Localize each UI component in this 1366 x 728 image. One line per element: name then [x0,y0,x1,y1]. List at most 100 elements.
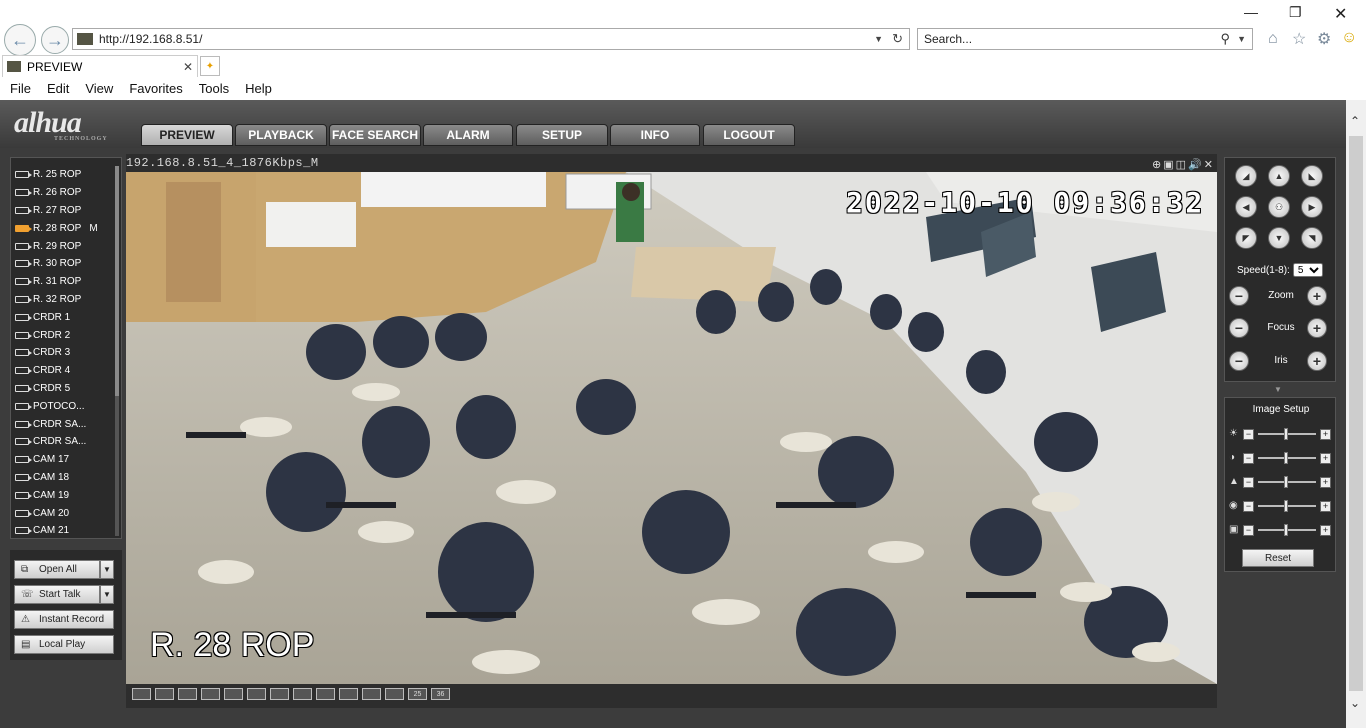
zoom-in-icon[interactable]: ⊕ [1152,158,1161,171]
ptz-up-icon[interactable]: ▲ [1268,165,1290,187]
scroll-down-icon[interactable]: ⌄ [1350,696,1360,710]
menu-tools[interactable]: Tools [199,81,229,96]
camera-item[interactable]: R. 32 ROP [15,291,115,309]
layout-button[interactable] [293,688,312,700]
settings-gear-icon[interactable]: ⚙ [1317,29,1331,49]
minimize-icon[interactable]: — [1244,4,1258,20]
focus-out-button[interactable]: − [1229,318,1249,338]
tab-alarm[interactable]: ALARM [423,124,513,146]
audio-icon[interactable]: 🔊 [1188,158,1202,171]
layout-button[interactable] [385,688,404,700]
menu-view[interactable]: View [85,81,113,96]
menu-help[interactable]: Help [245,81,272,96]
decrease-button[interactable]: − [1243,452,1254,464]
camera-item[interactable]: R. 31 ROP [15,273,115,291]
iris-open-button[interactable]: + [1307,351,1327,371]
camera-item[interactable]: CAM 17 [15,451,115,469]
scroll-thumb[interactable] [1349,136,1363,691]
record-icon[interactable]: ◫ [1176,158,1186,171]
camera-item[interactable]: CRDR SA... [15,433,115,451]
layout-button[interactable] [224,688,243,700]
camera-item[interactable]: R. 26 ROP [15,184,115,202]
camera-item[interactable]: R. 30 ROP [15,255,115,273]
home-icon[interactable]: ⌂ [1268,30,1278,48]
menu-edit[interactable]: Edit [47,81,69,96]
increase-button[interactable]: + [1320,476,1331,488]
speed-select[interactable]: 5 [1292,263,1323,277]
slider-knob[interactable] [1284,524,1289,536]
iris-close-button[interactable]: − [1229,351,1249,371]
menu-file[interactable]: File [10,81,31,96]
ptz-right-icon[interactable]: ▶ [1301,196,1323,218]
slider-knob[interactable] [1284,452,1289,464]
slider-knob[interactable] [1284,476,1289,488]
zoom-out-button[interactable]: − [1229,286,1249,306]
slider-track[interactable] [1258,476,1316,488]
search-dropdown-icon[interactable]: ▼ [1237,34,1246,44]
tab-info[interactable]: INFO [610,124,700,146]
decrease-button[interactable]: − [1243,524,1254,536]
local-play-button[interactable]: ▤ Local Play [14,635,114,654]
tab-face-search[interactable]: FACE SEARCH [329,124,421,146]
layout-button[interactable]: 25 [408,688,427,700]
decrease-button[interactable]: − [1243,428,1254,440]
tab-logout[interactable]: LOGOUT [703,124,795,146]
layout-button[interactable]: 36 [431,688,450,700]
instant-record-button[interactable]: ⚠ Instant Record [14,610,114,629]
slider-knob[interactable] [1284,428,1289,440]
camera-item[interactable]: CRDR 4 [15,362,115,380]
ptz-left-icon[interactable]: ◀ [1235,196,1257,218]
increase-button[interactable]: + [1320,500,1331,512]
focus-in-button[interactable]: + [1307,318,1327,338]
layout-button[interactable] [247,688,266,700]
camera-list-scrollbar[interactable] [115,166,119,536]
address-dropdown-icon[interactable]: ▼ [874,34,883,44]
camera-item[interactable]: R. 25 ROP [15,166,115,184]
camera-item[interactable]: CAM 20 [15,504,115,522]
browser-tab-preview[interactable]: PREVIEW ✕ [2,55,198,77]
open-all-button[interactable]: ⧉ Open All ▼ [14,560,114,579]
favorites-star-icon[interactable]: ☆ [1292,29,1306,49]
smiley-feedback-icon[interactable]: ☺ [1341,29,1357,47]
ptz-down-icon[interactable]: ▼ [1268,227,1290,249]
search-field[interactable]: Search... ⚲ ▼ [917,28,1253,50]
menu-favorites[interactable]: Favorites [129,81,182,96]
decrease-button[interactable]: − [1243,476,1254,488]
zoom-in-button[interactable]: + [1307,286,1327,306]
back-icon[interactable]: ← [4,24,36,56]
camera-item[interactable]: R. 27 ROP [15,202,115,220]
collapse-ptz-icon[interactable]: ▼ [1274,385,1282,394]
forward-icon[interactable]: → [41,26,69,54]
camera-item[interactable]: R. 29 ROP [15,237,115,255]
camera-item[interactable]: CAM 21 [15,522,115,540]
snapshot-icon[interactable]: ▣ [1163,158,1173,171]
slider-track[interactable] [1258,428,1316,440]
layout-button[interactable] [201,688,220,700]
scroll-up-icon[interactable]: ⌃ [1350,114,1360,128]
camera-item[interactable]: CAM 19 [15,486,115,504]
start-talk-button[interactable]: ☏ Start Talk ▼ [14,585,114,604]
tab-close-icon[interactable]: ✕ [183,60,193,74]
camera-item[interactable]: CRDR 2 [15,326,115,344]
slider-track[interactable] [1258,500,1316,512]
ptz-up-right-icon[interactable]: ◣ [1301,165,1323,187]
layout-button[interactable] [132,688,151,700]
tab-preview[interactable]: PREVIEW [141,124,233,146]
layout-button[interactable] [316,688,335,700]
layout-button[interactable] [178,688,197,700]
restore-icon[interactable]: ❐ [1289,4,1302,21]
camera-item[interactable]: POTOCO... [15,397,115,415]
camera-item[interactable]: CRDR SA... [15,415,115,433]
tab-playback[interactable]: PLAYBACK [235,124,327,146]
new-tab-icon[interactable]: ✦ [200,56,220,76]
increase-button[interactable]: + [1320,428,1331,440]
address-bar[interactable]: http://192.168.8.51/ ▼ ↻ [72,28,910,50]
slider-track[interactable] [1258,452,1316,464]
close-video-icon[interactable]: ✕ [1204,158,1213,171]
layout-button[interactable] [155,688,174,700]
camera-item[interactable]: CRDR 3 [15,344,115,362]
layout-button[interactable] [270,688,289,700]
camera-item[interactable]: CAM 18 [15,469,115,487]
camera-item[interactable]: CRDR 5 [15,380,115,398]
ptz-down-left-icon[interactable]: ◤ [1235,227,1257,249]
